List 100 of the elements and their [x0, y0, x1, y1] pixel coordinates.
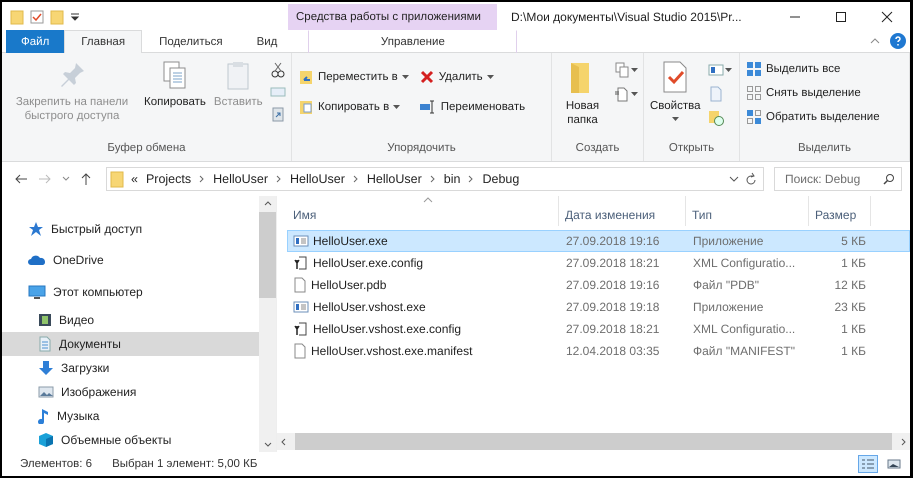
type-cell-text: XML Configuratio...	[692, 322, 796, 336]
caret-icon	[631, 68, 638, 72]
caret-icon	[631, 92, 638, 96]
selection-info: Выбран 1 элемент: 5,00 КБ	[112, 458, 258, 470]
nav-item[interactable]: Видео	[2, 308, 259, 332]
scrollbar[interactable]	[259, 196, 276, 452]
ribbon-button[interactable]: Обратить выделение	[744, 107, 882, 127]
nav-item[interactable]: Музыка	[2, 404, 259, 428]
back-arrow-icon	[14, 173, 28, 185]
breadcrumb[interactable]: HelloUser	[212, 172, 269, 186]
ribbon-button[interactable]: Удалить	[416, 67, 528, 87]
nav-item[interactable]: Документы	[2, 332, 259, 356]
new-item-button[interactable]	[613, 61, 639, 79]
download-arrow-icon	[38, 360, 54, 376]
ribbon-tab[interactable]: Файл	[6, 30, 64, 53]
music-note-icon	[38, 408, 50, 424]
file-row[interactable]: HelloUser.pdb 27.09.2018 19:16 Файл "PDB" 12 КБ	[287, 274, 910, 296]
item-count: Элементов: 6	[20, 458, 92, 470]
breadcrumb[interactable]: Debug	[481, 172, 520, 186]
file-row[interactable]: HelloUser.vshost.exe.manifest 12.04.2018 03:35 Файл "MANIFEST" 1 КБ	[287, 340, 910, 362]
application-icon	[293, 234, 309, 248]
nav-item[interactable]: Загрузки	[2, 356, 259, 380]
chevron-icon	[275, 174, 283, 184]
column-header[interactable]: Дата изменения	[559, 196, 686, 226]
type-cell-text: Приложение	[692, 234, 764, 248]
ribbon-button[interactable]: Переименовать	[416, 97, 528, 117]
group-label: Создать	[574, 141, 620, 156]
forward-arrow-icon	[38, 173, 52, 185]
folder-icon	[50, 9, 64, 25]
document-icon	[38, 336, 52, 352]
group-label: Буфер обмена	[106, 141, 187, 156]
ribbon-button[interactable]: Новая папка	[556, 57, 609, 129]
file-name: HelloUser.exe.config	[313, 256, 424, 270]
ribbon-button[interactable]: Копировать	[142, 57, 208, 111]
caret-icon	[62, 176, 70, 182]
refresh-icon	[745, 172, 757, 186]
caret-icon	[486, 74, 494, 80]
config-file-icon	[293, 255, 309, 271]
ribbon-button[interactable]: Копировать в	[296, 97, 411, 117]
collapse-icon	[870, 37, 880, 45]
ribbon-button[interactable]: Выделить все	[744, 59, 882, 79]
monitor-icon	[28, 284, 46, 300]
nav-item[interactable]: OneDrive	[2, 244, 259, 276]
type-cell-text: XML Configuratio...	[692, 256, 796, 270]
ribbon-tab[interactable]: Вид	[240, 30, 294, 53]
config-file-icon	[293, 321, 309, 337]
file-icon	[293, 277, 307, 293]
scissors-icon	[270, 62, 286, 78]
file-row[interactable]: HelloUser.vshost.exe.config 27.09.2018 18:21 XML Configuratio... 1 КБ	[287, 318, 910, 340]
ribbon-button[interactable]: Переместить в	[296, 67, 411, 87]
chevron-icon	[467, 174, 476, 184]
window-title: D:\Мои документы\Visual Studio 2015\Pr...	[510, 9, 743, 26]
document-icon	[708, 86, 724, 102]
column-header[interactable]: Тип	[686, 196, 809, 226]
nav-item[interactable]: Объемные объекты	[2, 428, 259, 452]
column-header[interactable]: Имя	[287, 196, 559, 226]
breadcrumb[interactable]: HelloUser	[289, 172, 346, 186]
chevron-icon	[352, 174, 360, 184]
size-cell-text: 1 КБ	[840, 256, 867, 270]
date-cell-text: 27.09.2018 19:16	[565, 234, 660, 248]
window-icon	[708, 62, 724, 78]
scroll-thumb[interactable]	[259, 212, 276, 298]
overflow-crumb[interactable]: «	[130, 172, 139, 186]
chevron-icon	[198, 174, 206, 184]
group-label: Выделить	[796, 141, 852, 156]
ribbon-button[interactable]: Снять выделение	[744, 83, 882, 103]
ribbon-tab[interactable]: Главная	[64, 30, 142, 53]
document-icon	[614, 86, 630, 102]
nav-item[interactable]: Быстрый доступ	[2, 213, 259, 245]
date-cell-text: 27.09.2018 19:16	[565, 278, 660, 292]
size-cell-text: 1 КБ	[840, 322, 867, 336]
help-icon	[890, 33, 906, 49]
breadcrumb[interactable]: HelloUser	[366, 172, 423, 186]
type-cell-text: Приложение	[692, 300, 764, 314]
group-label: Открыть	[668, 141, 716, 156]
file-row[interactable]: HelloUser.vshost.exe 27.09.2018 19:18 Приложение 23 КБ	[287, 296, 910, 318]
breadcrumb[interactable]: bin	[442, 172, 462, 186]
size-cell-text: 5 КБ	[840, 234, 867, 248]
nav-item[interactable]: Этот компьютер	[2, 276, 259, 308]
film-icon	[38, 312, 52, 327]
ribbon-tab[interactable]: Поделиться	[142, 30, 240, 53]
folder-icon	[110, 170, 124, 188]
details-view-icon	[861, 458, 875, 470]
caret-icon	[402, 74, 409, 80]
easy-access-button[interactable]	[613, 85, 639, 103]
rename-icon	[418, 99, 437, 115]
date-cell-text: 12.04.2018 03:35	[565, 344, 660, 358]
nav-item[interactable]: Изображения	[2, 380, 259, 404]
file-row[interactable]: HelloUser.exe 27.09.2018 19:16 Приложение 5 КБ	[287, 230, 910, 252]
history-button[interactable]	[706, 109, 724, 127]
file-row[interactable]: HelloUser.exe.config 27.09.2018 18:21 XML Configuratio... 1 КБ	[287, 252, 910, 274]
cut-button[interactable]	[268, 61, 287, 79]
view-button[interactable]	[858, 455, 878, 473]
ribbon-button[interactable]: Свойства	[648, 57, 702, 124]
select-none-icon	[746, 85, 762, 101]
search-field[interactable]: Поиск: Debug	[774, 167, 902, 191]
column-header[interactable]: Размер	[809, 196, 871, 226]
select-all-icon	[746, 61, 762, 77]
breadcrumb[interactable]: Projects	[144, 172, 192, 186]
address-bar[interactable]: « Projects HelloUser HelloUser HelloUser bin Debug	[106, 167, 764, 191]
